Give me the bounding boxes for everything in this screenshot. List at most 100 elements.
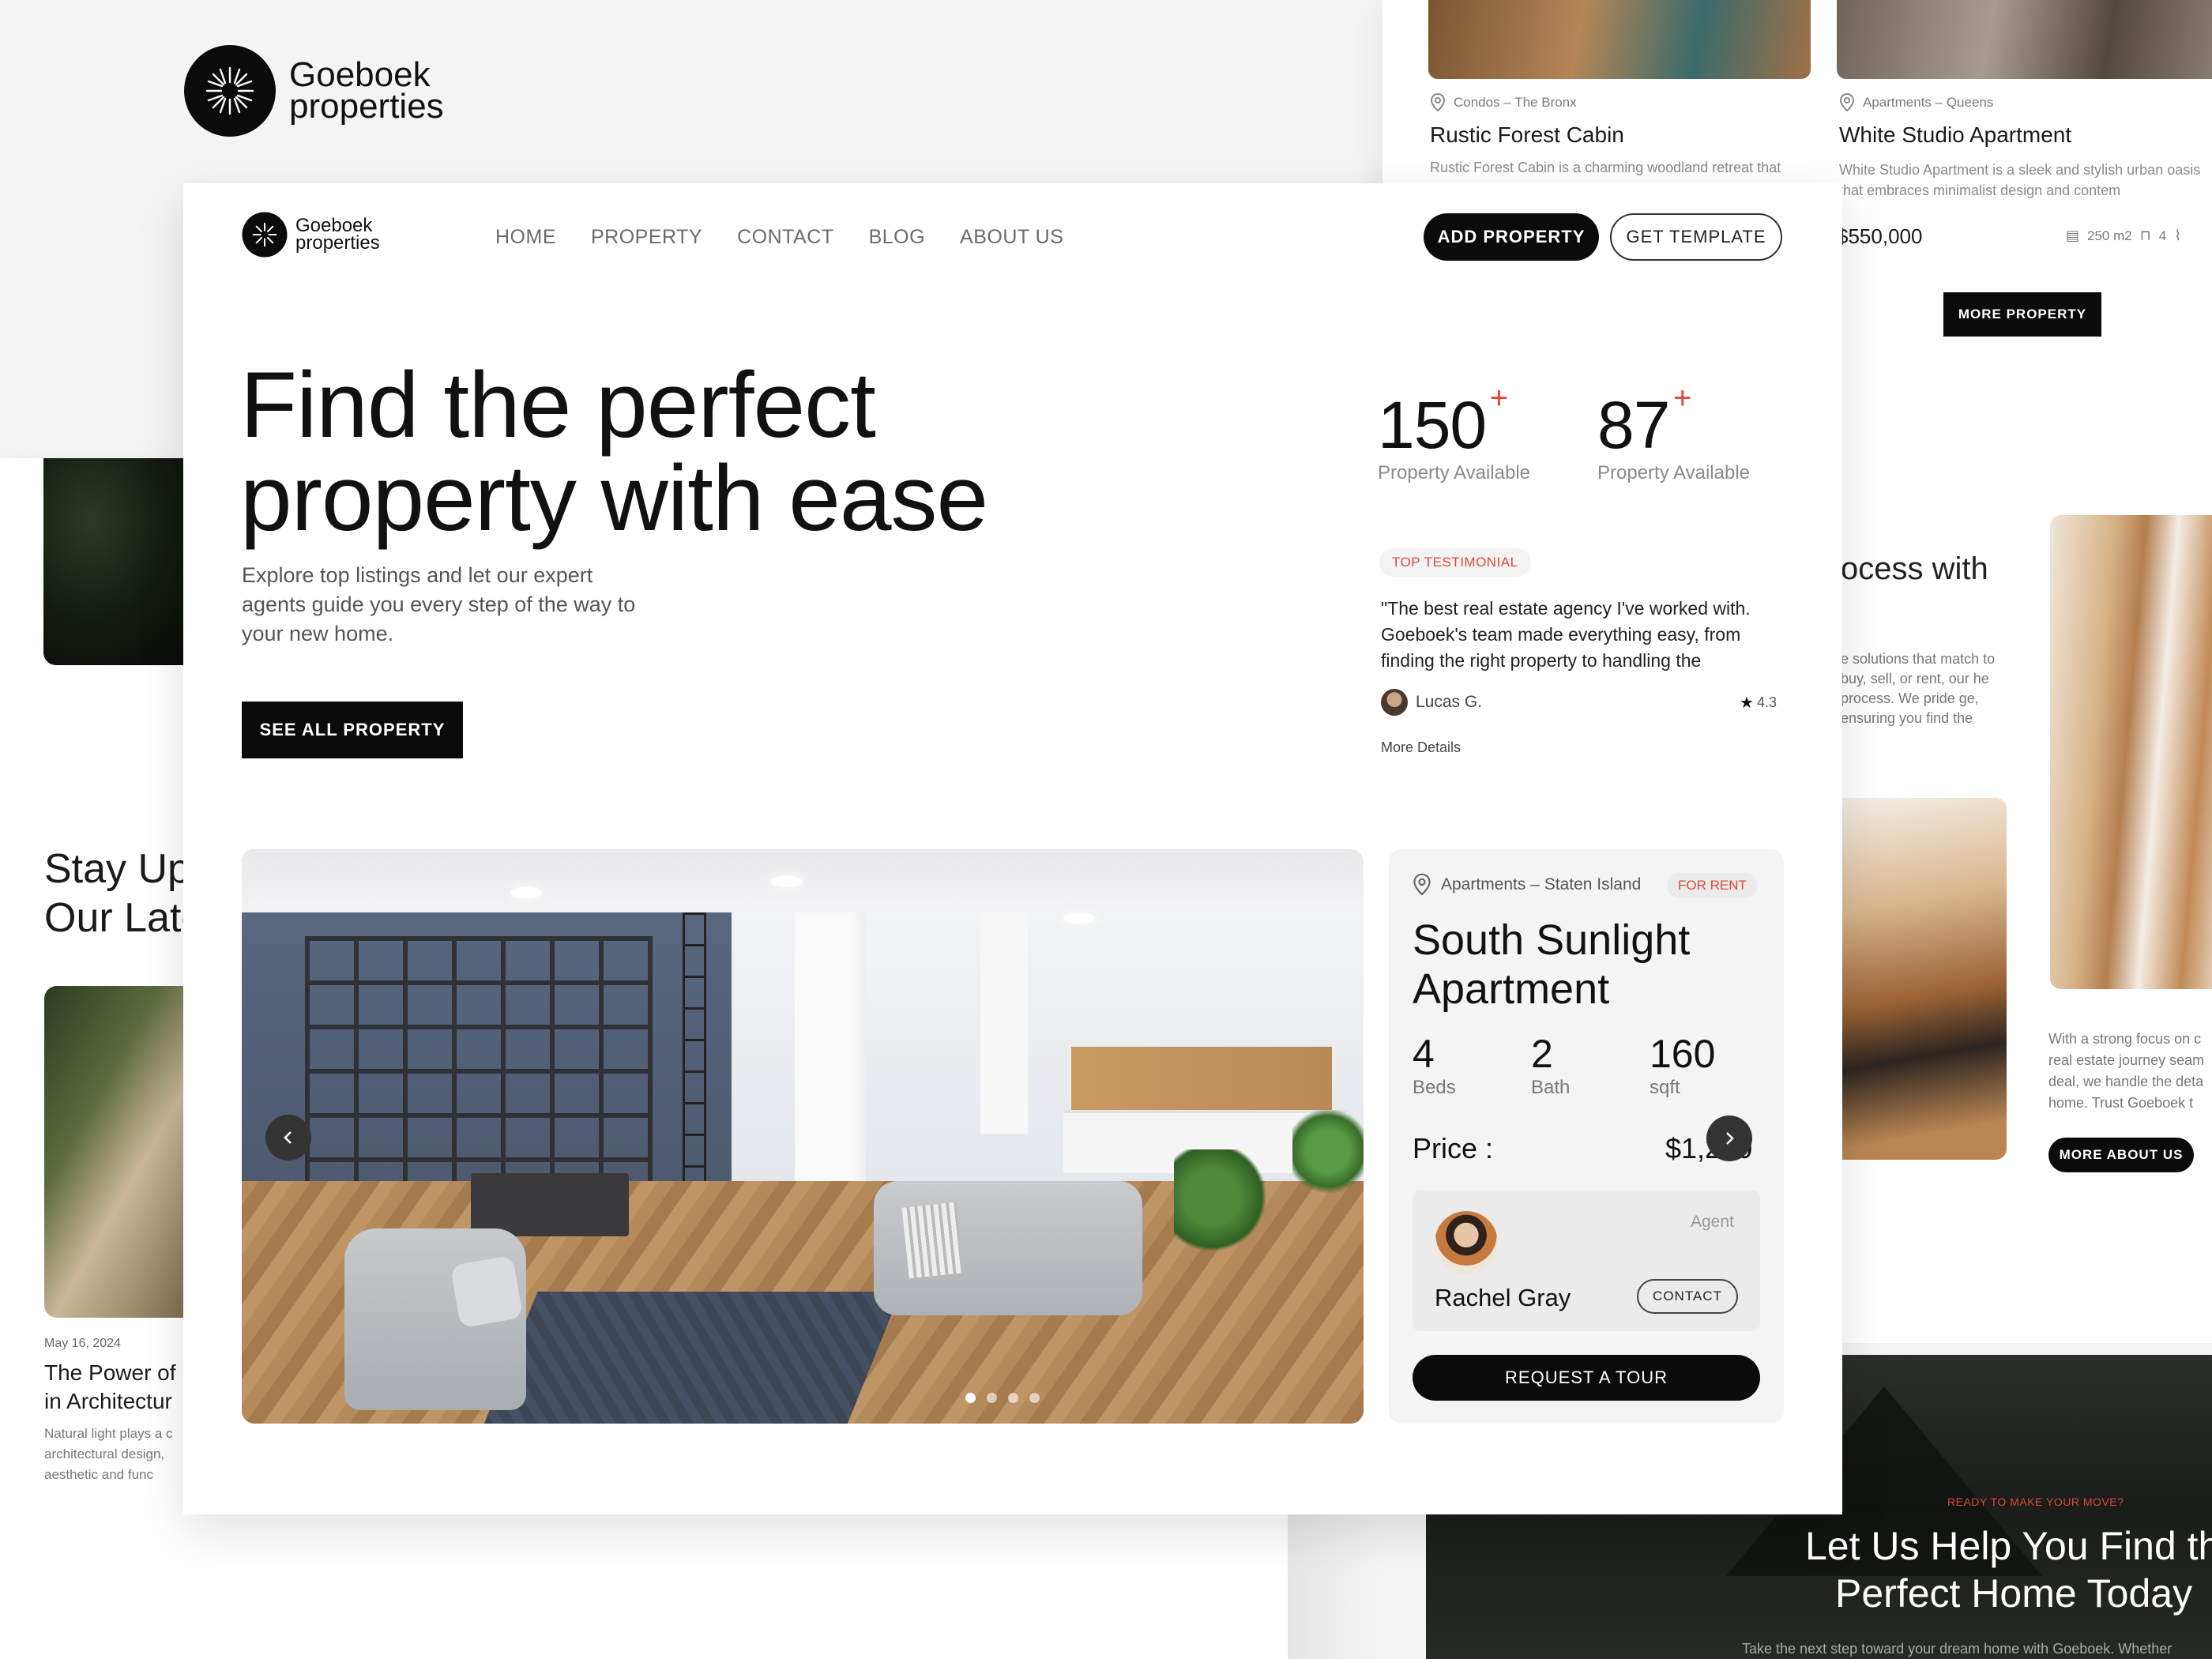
stat-plus: + <box>1673 381 1692 416</box>
stat-label: Property Available <box>1597 462 1751 483</box>
carousel-dot-active[interactable] <box>965 1393 976 1403</box>
main-page: Goeboek properties HOME PROPERTY CONTACT… <box>183 183 1842 1514</box>
blog-post-desc: Natural light plays a c architectural de… <box>44 1426 173 1482</box>
kitchen-cabinets <box>1071 1047 1332 1110</box>
see-all-property-button[interactable]: SEE ALL PROPERTY <box>242 702 463 758</box>
star-icon: ★ <box>1740 694 1754 712</box>
ceiling-light <box>1063 912 1095 924</box>
bed-icon: ⊓ <box>2139 228 2151 243</box>
agent-name: Rachel Gray <box>1435 1284 1571 1311</box>
agent-label: Agent <box>1691 1213 1734 1231</box>
blog-heading-line1: Stay Up <box>44 846 190 892</box>
card-title-1[interactable]: Rustic Forest Cabin <box>1430 122 1624 148</box>
location-pin-icon <box>1413 873 1431 896</box>
ceiling <box>242 849 1364 912</box>
carousel-dot[interactable] <box>1029 1393 1040 1403</box>
chevron-right-icon <box>1726 1132 1734 1145</box>
nav-about-us[interactable]: ABOUT US <box>960 226 1063 249</box>
carousel-indicator <box>965 1393 1040 1403</box>
stat-1: 150 + Property Available <box>1378 381 1531 484</box>
cushion <box>450 1255 524 1329</box>
ceiling-light <box>510 887 542 898</box>
nav-contact[interactable]: CONTACT <box>737 226 833 249</box>
bookshelf <box>305 936 653 1205</box>
nav-home[interactable]: HOME <box>495 226 556 249</box>
blog-post-title-line2[interactable]: in Architectur <box>44 1389 172 1414</box>
brand-name-large: Goeboek properties <box>289 55 444 126</box>
property-photo-cabin <box>1428 0 1811 79</box>
card-price-2: $550,000 <box>1837 224 1923 248</box>
brand-name-small: Goeboek properties <box>295 215 380 254</box>
get-template-button[interactable]: GET TEMPLATE <box>1610 213 1782 261</box>
card-location-2: Apartments – Queens <box>1839 93 1993 112</box>
add-property-button[interactable]: ADD PROPERTY <box>1424 213 1599 261</box>
blog-date: May 16, 2024 <box>44 1337 121 1350</box>
more-details-link[interactable]: More Details <box>1381 739 1461 756</box>
interior-photo-kitchen <box>2050 515 2212 989</box>
request-tour-button[interactable]: REQUEST A TOUR <box>1413 1355 1760 1401</box>
sunburst-logo-icon <box>242 212 288 258</box>
listing-spec-sqft: 160 sqft <box>1650 1032 1716 1098</box>
forest-photo <box>43 458 201 665</box>
cta-tag: READY TO MAKE YOUR MOVE? <box>1947 1495 2124 1508</box>
card-title-2[interactable]: White Studio Apartment <box>1839 122 2071 148</box>
listing-location: Apartments – Staten Island <box>1413 873 1641 897</box>
location-pin-icon <box>1430 93 1446 112</box>
avatar <box>1381 689 1408 716</box>
main-nav: HOME PROPERTY CONTACT BLOG ABOUT US <box>495 226 1098 249</box>
section-heading-partial: ocess with <box>1841 551 1988 586</box>
more-property-button[interactable]: MORE PROPERTY <box>1943 292 2101 337</box>
card-specs-2: ▤ 250 m2 ⊓ 4 ⌇ <box>2066 228 2182 243</box>
carousel-dot[interactable] <box>1008 1393 1018 1403</box>
listing-card: Apartments – Staten Island FOR RENT Sout… <box>1389 849 1784 1424</box>
agent-box: Agent Rachel Gray CONTACT <box>1413 1191 1760 1331</box>
plant <box>1174 1149 1269 1268</box>
location-pin-icon <box>1839 93 1855 112</box>
carousel-next-button[interactable] <box>1706 1115 1752 1161</box>
testimonial-rating: ★ 4.3 <box>1740 694 1777 712</box>
cta-heading-line1: Let Us Help You Find th <box>1805 1524 2212 1568</box>
page-divider-shadow <box>1288 1501 1382 1659</box>
listing-title[interactable]: South Sunlight Apartment <box>1413 916 1690 1014</box>
ceiling-light <box>771 876 803 887</box>
hero-subtitle: Explore top listings and let our expert … <box>242 563 636 645</box>
testimonial-quote: "The best real estate agency I've worked… <box>1381 598 1751 671</box>
header-logo[interactable]: Goeboek properties <box>242 212 380 258</box>
cta-heading-line2: Perfect Home Today <box>1835 1571 2193 1616</box>
contact-agent-button[interactable]: CONTACT <box>1637 1279 1738 1314</box>
card-desc-2: White Studio Apartment is a sleek and st… <box>1839 162 2201 198</box>
card-desc-1: Rustic Forest Cabin is a charming woodla… <box>1430 160 1781 175</box>
more-about-us-button[interactable]: MORE ABOUT US <box>2048 1138 2194 1172</box>
blog-heading-line2: Our Late <box>44 895 205 941</box>
listing-spec-bath: 2 Bath <box>1531 1032 1571 1098</box>
stat-value: 87 <box>1597 388 1670 462</box>
brand-logo-large[interactable]: Goeboek properties <box>183 44 444 137</box>
sunburst-logo-icon <box>184 45 276 137</box>
chevron-left-icon <box>284 1131 292 1144</box>
cta-sub: Take the next step toward your dream hom… <box>1742 1641 2172 1657</box>
stat-label: Property Available <box>1378 462 1531 483</box>
nav-blog[interactable]: BLOG <box>869 226 925 249</box>
section-para-partial: e solutions that match to buy, sell, or … <box>1841 651 1996 726</box>
sofa-throw <box>901 1202 965 1279</box>
listing-spec-beds: 4 Beds <box>1413 1032 1456 1098</box>
listing-photo-carousel <box>242 849 1364 1424</box>
property-photo-studio <box>1837 0 2212 79</box>
card-location-1: Condos – The Bronx <box>1430 93 1577 112</box>
area-icon: ▤ <box>2066 228 2080 243</box>
rug <box>483 1292 901 1424</box>
stat-value: 150 <box>1378 388 1487 462</box>
blog-post-title-line1[interactable]: The Power of N <box>44 1360 198 1386</box>
stat-2: 87 + Property Available <box>1597 381 1751 484</box>
stat-plus: + <box>1489 381 1509 416</box>
glass-partition <box>683 912 706 1181</box>
about-para-partial: With a strong focus on c real estate jou… <box>2048 1031 2205 1111</box>
nav-property[interactable]: PROPERTY <box>591 226 702 249</box>
testimonial-badge: TOP TESTIMONIAL <box>1379 548 1531 577</box>
agent-avatar <box>1435 1211 1498 1274</box>
carousel-dot[interactable] <box>987 1393 997 1403</box>
desk <box>471 1173 629 1236</box>
testimonial-author: Lucas G. <box>1381 689 1482 716</box>
listing-status-badge: FOR RENT <box>1667 873 1758 898</box>
carousel-prev-button[interactable] <box>265 1115 311 1161</box>
